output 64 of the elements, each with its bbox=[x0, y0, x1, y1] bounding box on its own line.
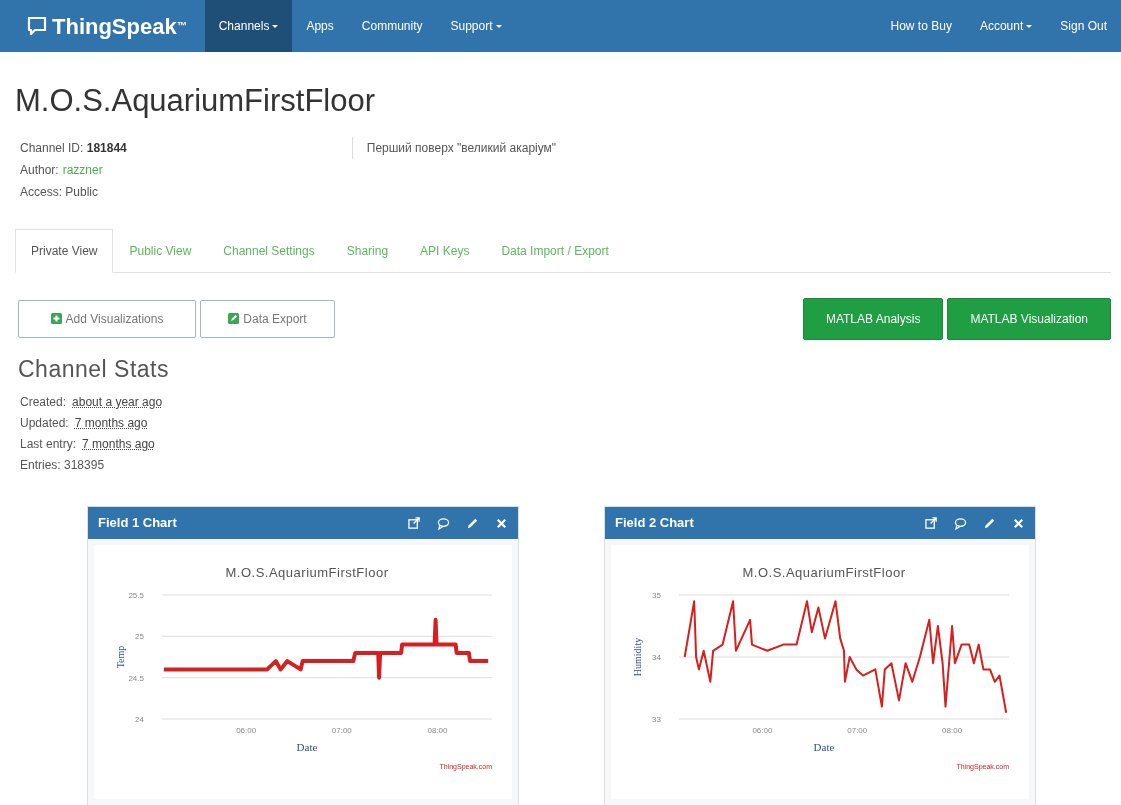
nav-link[interactable]: Apps bbox=[292, 0, 348, 52]
axis-tick-label: 34 bbox=[652, 653, 661, 662]
nav-link[interactable]: Sign Out bbox=[1046, 0, 1121, 52]
pencil-icon[interactable] bbox=[466, 516, 479, 530]
pencil-icon[interactable] bbox=[983, 516, 996, 530]
axis-tick-label: 24 bbox=[135, 715, 144, 724]
axis-tick-label: 24.5 bbox=[128, 673, 144, 683]
nav-link[interactable]: Channels bbox=[204, 0, 293, 52]
tab[interactable]: API Keys bbox=[404, 228, 486, 273]
axis-tick-label: 08:00 bbox=[942, 726, 963, 735]
stat-label: Updated: bbox=[20, 415, 69, 432]
stat-label: Last entry: bbox=[20, 436, 77, 453]
stat-label: Created: bbox=[20, 394, 67, 411]
tab[interactable]: Sharing bbox=[330, 228, 405, 273]
axis-tick-label: 06:00 bbox=[236, 726, 257, 735]
close-icon[interactable] bbox=[1012, 516, 1025, 530]
matlab-button[interactable]: MATLAB Analysis bbox=[802, 297, 944, 340]
panel-title: Field 2 Chart bbox=[615, 514, 694, 533]
stat-value: 7 months ago bbox=[74, 415, 148, 432]
stat-value: about a year ago bbox=[72, 394, 163, 411]
close-icon[interactable] bbox=[495, 516, 508, 530]
channel-id: Channel ID: 181844 bbox=[20, 139, 127, 157]
section-title: Channel Stats bbox=[18, 354, 170, 384]
tab[interactable]: Public View bbox=[113, 228, 208, 273]
access-label: Access: Public bbox=[20, 183, 100, 201]
tab[interactable]: Channel Settings bbox=[207, 228, 331, 273]
axis-tick-label: 35 bbox=[652, 591, 661, 600]
nav-link[interactable]: Support bbox=[436, 0, 516, 52]
nav-link[interactable]: Account bbox=[965, 0, 1047, 52]
logo[interactable]: ThingSpeak$^{™}$ bbox=[52, 9, 187, 43]
axis-tick-label: 08:00 bbox=[427, 726, 448, 735]
tab[interactable]: Data Import / Export bbox=[485, 228, 625, 273]
action-button[interactable]: Add Visualizations bbox=[18, 299, 196, 338]
pencil-icon bbox=[228, 313, 240, 324]
plus-icon bbox=[50, 313, 62, 324]
author-link[interactable]: razzner bbox=[62, 158, 103, 181]
popout-icon[interactable] bbox=[925, 516, 938, 530]
entries-count: Entries: 318395 bbox=[20, 457, 106, 474]
logo-icon bbox=[26, 15, 48, 37]
comment-icon[interactable] bbox=[954, 516, 967, 530]
stat-value: 7 months ago bbox=[82, 436, 155, 453]
channel-title: M.O.S.AquariumFirstFloor bbox=[15, 82, 376, 120]
nav-link[interactable]: How to Buy bbox=[876, 0, 966, 52]
action-button[interactable]: Data Export bbox=[200, 299, 335, 338]
popout-icon[interactable] bbox=[408, 516, 421, 530]
axis-title: Humidity bbox=[632, 637, 643, 677]
chart-title: M.O.S.AquariumFirstFloor bbox=[742, 565, 906, 580]
matlab-button[interactable]: MATLAB Visualization bbox=[947, 297, 1111, 340]
axis-title: Temp bbox=[115, 645, 126, 669]
axis-title: Date bbox=[296, 741, 318, 753]
axis-tick-label: 25 bbox=[135, 632, 144, 642]
channel-description: Перший поверх "великий акаріум" bbox=[351, 136, 557, 159]
axis-tick-label: 07:00 bbox=[847, 726, 868, 735]
chart-title: M.O.S.AquariumFirstFloor bbox=[225, 565, 389, 580]
comment-icon[interactable] bbox=[437, 516, 450, 530]
axis-title: Date bbox=[813, 741, 835, 753]
panel-title: Field 1 Chart bbox=[98, 514, 177, 533]
axis-tick-label: 07:00 bbox=[331, 726, 352, 735]
axis-tick-label: 06:00 bbox=[752, 726, 773, 735]
author-label: Author: bbox=[20, 161, 59, 179]
nav-link[interactable]: Community bbox=[347, 0, 437, 52]
axis-tick-label: 25.5 bbox=[128, 591, 144, 600]
tab[interactable]: Private View bbox=[15, 228, 114, 273]
axis-tick-label: 33 bbox=[652, 715, 661, 724]
